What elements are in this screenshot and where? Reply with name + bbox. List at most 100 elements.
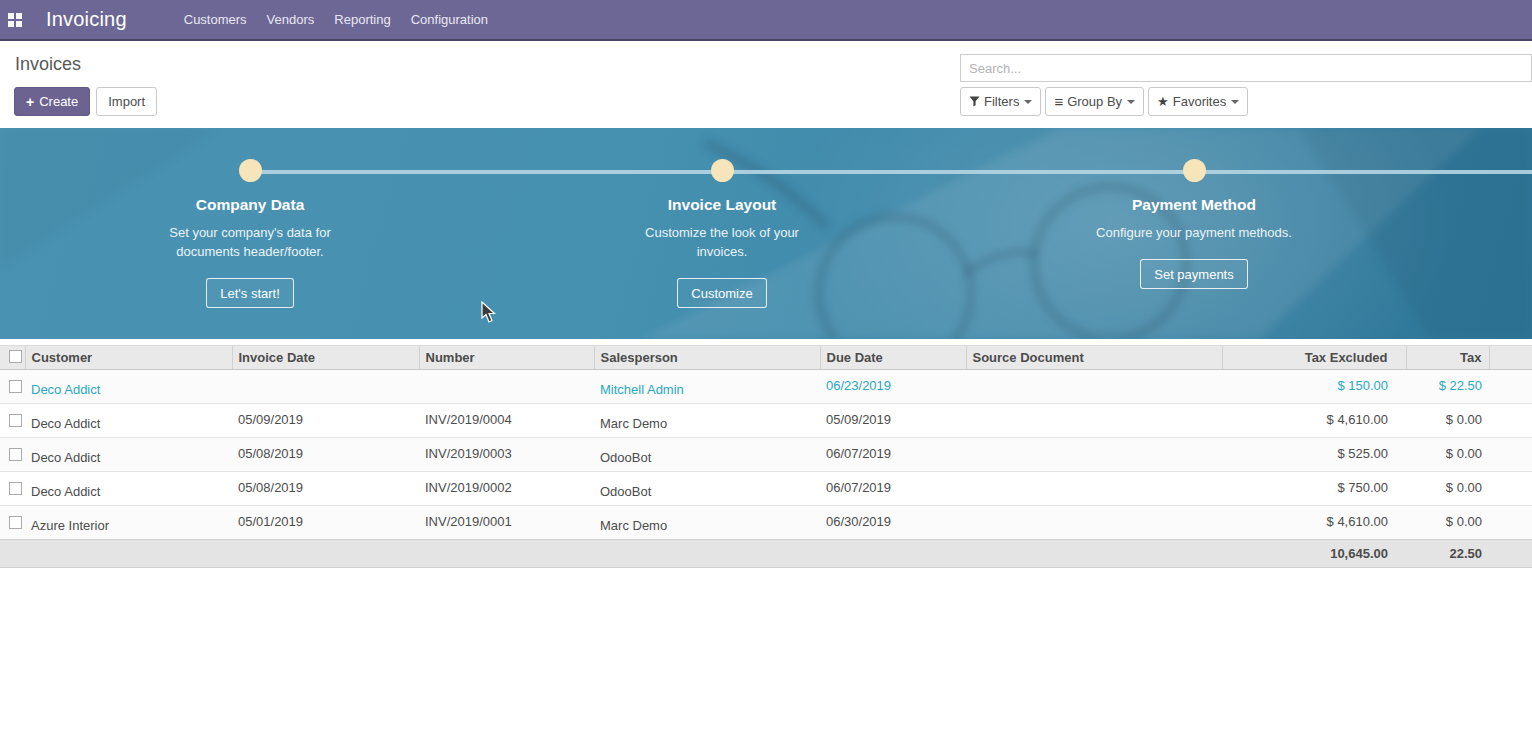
cell-customer[interactable]: Deco Addict <box>25 438 232 472</box>
cell-tax-excluded[interactable]: $ 150.00 <box>1222 370 1406 404</box>
cell-customer[interactable]: Azure Interior <box>25 506 232 540</box>
search-filter-buttons: Filters ≡ Group By ★ Favorites <box>960 87 1248 116</box>
cell-invoice-date[interactable] <box>232 370 419 404</box>
lets-start-button[interactable]: Let's start! <box>206 278 294 308</box>
cell-tax[interactable]: $ 0.00 <box>1406 404 1489 438</box>
row-filler-cell <box>1489 472 1532 506</box>
row-checkbox[interactable] <box>9 482 22 495</box>
caret-down-icon <box>1024 100 1032 104</box>
cell-salesperson[interactable]: Marc Demo <box>594 506 820 540</box>
star-icon: ★ <box>1157 95 1169 108</box>
col-header-salesperson[interactable]: Salesperson <box>594 346 820 370</box>
col-header-invoice-date[interactable]: Invoice Date <box>232 346 419 370</box>
cell-source-document[interactable] <box>966 404 1222 438</box>
cell-source-document[interactable] <box>966 370 1222 404</box>
step-dot-invoice-layout <box>711 159 734 182</box>
cell-due-date[interactable]: 05/09/2019 <box>820 404 966 438</box>
create-button[interactable]: +Create <box>14 87 90 116</box>
row-filler-cell <box>1489 438 1532 472</box>
search-input[interactable] <box>960 54 1532 82</box>
row-checkbox[interactable] <box>9 414 22 427</box>
col-header-due-date[interactable]: Due Date <box>820 346 966 370</box>
cell-source-document[interactable] <box>966 438 1222 472</box>
onboarding-step-invoice-layout: Invoice Layout Customize the look of you… <box>486 196 958 308</box>
plus-icon: + <box>26 94 34 110</box>
cell-customer[interactable]: Deco Addict <box>25 472 232 506</box>
select-all-checkbox-cell <box>0 346 25 370</box>
col-header-customer[interactable]: Customer <box>25 346 232 370</box>
cell-tax[interactable]: $ 22.50 <box>1406 370 1489 404</box>
cell-invoice-date[interactable]: 05/08/2019 <box>232 472 419 506</box>
cell-tax-excluded[interactable]: $ 525.00 <box>1222 438 1406 472</box>
cell-customer[interactable]: Deco Addict <box>25 370 232 404</box>
cell-salesperson[interactable]: Mitchell Admin <box>594 370 820 404</box>
cell-due-date[interactable]: 06/07/2019 <box>820 472 966 506</box>
total-tax-excluded: 10,645.00 <box>1222 540 1406 568</box>
cell-tax[interactable]: $ 0.00 <box>1406 438 1489 472</box>
cell-due-date[interactable]: 06/07/2019 <box>820 438 966 472</box>
filters-button[interactable]: Filters <box>960 87 1041 116</box>
step-dot-payment-method <box>1183 159 1206 182</box>
table-row[interactable]: Azure Interior05/01/2019INV/2019/0001Mar… <box>0 506 1532 540</box>
cell-tax[interactable]: $ 0.00 <box>1406 506 1489 540</box>
customize-button[interactable]: Customize <box>677 278 766 308</box>
step-dot-company-data <box>239 159 262 182</box>
onboarding-progress-line <box>250 170 1532 174</box>
table-row[interactable]: Deco Addict05/08/2019INV/2019/0003OdooBo… <box>0 438 1532 472</box>
nav-menu-configuration[interactable]: Configuration <box>401 0 498 40</box>
cell-number[interactable]: INV/2019/0004 <box>419 404 594 438</box>
col-header-filler <box>1489 346 1532 370</box>
step-description: Set your company's data for documents he… <box>150 223 350 261</box>
table-row[interactable]: Deco Addict Mitchell Admin06/23/2019 $ 150… <box>0 370 1532 404</box>
cell-number[interactable]: INV/2019/0003 <box>419 438 594 472</box>
cell-salesperson[interactable]: OdooBot <box>594 472 820 506</box>
col-header-tax-excluded[interactable]: Tax Excluded <box>1222 346 1406 370</box>
step-title: Invoice Layout <box>486 196 958 214</box>
col-header-number[interactable]: Number <box>419 346 594 370</box>
select-all-checkbox[interactable] <box>9 350 22 363</box>
group-by-button[interactable]: ≡ Group By <box>1045 87 1144 116</box>
nav-menu-reporting[interactable]: Reporting <box>324 0 400 40</box>
caret-down-icon <box>1127 100 1135 104</box>
cell-tax-excluded[interactable]: $ 4,610.00 <box>1222 404 1406 438</box>
import-button[interactable]: Import <box>96 87 157 116</box>
control-panel: Invoices +Create Import Filters ≡ Group … <box>0 41 1532 128</box>
cell-invoice-date[interactable]: 05/09/2019 <box>232 404 419 438</box>
row-checkbox-cell <box>0 438 25 472</box>
step-title: Company Data <box>14 196 486 214</box>
table-row[interactable]: Deco Addict05/09/2019INV/2019/0004Marc D… <box>0 404 1532 438</box>
cell-number[interactable] <box>419 370 594 404</box>
nav-menu-vendors[interactable]: Vendors <box>257 0 325 40</box>
table-footer-row: 10,645.00 22.50 <box>0 540 1532 568</box>
cell-number[interactable]: INV/2019/0002 <box>419 472 594 506</box>
cell-tax[interactable]: $ 0.00 <box>1406 472 1489 506</box>
cell-customer[interactable]: Deco Addict <box>25 404 232 438</box>
action-buttons: +Create Import <box>14 87 157 116</box>
cell-invoice-date[interactable]: 05/08/2019 <box>232 438 419 472</box>
row-checkbox[interactable] <box>9 516 22 529</box>
nav-menu-customers[interactable]: Customers <box>174 0 257 40</box>
cell-source-document[interactable] <box>966 472 1222 506</box>
col-header-source-document[interactable]: Source Document <box>966 346 1222 370</box>
step-description: Customize the look of your invoices. <box>622 223 822 261</box>
cell-tax-excluded[interactable]: $ 4,610.00 <box>1222 506 1406 540</box>
row-checkbox[interactable] <box>9 448 22 461</box>
cell-number[interactable]: INV/2019/0001 <box>419 506 594 540</box>
cell-invoice-date[interactable]: 05/01/2019 <box>232 506 419 540</box>
cell-due-date[interactable]: 06/30/2019 <box>820 506 966 540</box>
col-header-tax[interactable]: Tax <box>1406 346 1489 370</box>
cell-tax-excluded[interactable]: $ 750.00 <box>1222 472 1406 506</box>
cell-due-date[interactable]: 06/23/2019 <box>820 370 966 404</box>
step-description: Configure your payment methods. <box>1094 223 1294 242</box>
cell-salesperson[interactable]: Marc Demo <box>594 404 820 438</box>
table-row[interactable]: Deco Addict05/08/2019INV/2019/0002OdooBo… <box>0 472 1532 506</box>
set-payments-button[interactable]: Set payments <box>1140 259 1248 289</box>
cell-salesperson[interactable]: OdooBot <box>594 438 820 472</box>
cell-source-document[interactable] <box>966 506 1222 540</box>
invoice-list-table: Customer Invoice Date Number Salesperson… <box>0 345 1532 568</box>
favorites-button[interactable]: ★ Favorites <box>1148 87 1248 116</box>
row-checkbox[interactable] <box>9 380 22 393</box>
apps-menu-icon[interactable] <box>8 13 22 27</box>
caret-down-icon <box>1231 100 1239 104</box>
app-title[interactable]: Invoicing <box>46 8 127 31</box>
